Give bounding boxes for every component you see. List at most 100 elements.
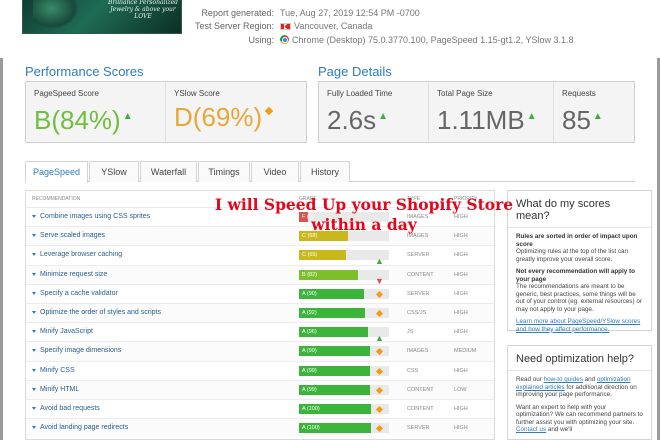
page-details-title: Page Details xyxy=(318,64,392,79)
grade-bar: A (100) xyxy=(299,404,371,414)
recommendation-name[interactable]: Minimize request size xyxy=(40,271,107,278)
table-row[interactable]: Avoid landing page redirects A (100) SERVE… xyxy=(26,418,494,438)
recommendation-name[interactable]: Avoid landing page redirects xyxy=(40,424,128,431)
optimization-help-body: Read our how-to guides and optimization … xyxy=(508,371,651,440)
yslow-grade: D xyxy=(174,102,193,132)
expand-triangle-icon[interactable] xyxy=(32,253,36,257)
report-generated-label: Report generated: xyxy=(201,8,274,18)
grade-label: A (100) xyxy=(302,425,320,432)
recommendation-priority: HIGH xyxy=(454,367,468,374)
total-page-size-value: 1.11MB ▲ xyxy=(437,102,537,135)
pagespeed-percent: (84%) xyxy=(51,105,121,135)
recommendation-name[interactable]: Serve scaled images xyxy=(40,232,105,239)
requests-label: Requests xyxy=(562,89,596,98)
grade-bar: A (90) xyxy=(299,288,364,299)
expand-triangle-icon[interactable] xyxy=(32,330,36,334)
tab-pagespeed[interactable]: PageSpeed xyxy=(25,161,88,183)
yslow-percent: (69%) xyxy=(192,102,263,132)
tab-waterfall[interactable]: Waterfall xyxy=(140,161,197,182)
grade-bar: A (100) xyxy=(299,423,371,434)
trend-neutral-icon xyxy=(375,309,385,319)
expand-triangle-icon[interactable] xyxy=(32,215,36,218)
fully-loaded-time-label: Fully Loaded Time xyxy=(327,89,393,98)
recommendation-priority: HIGH xyxy=(454,252,468,259)
recommendation-name[interactable]: Specify image dimensions xyxy=(40,347,121,354)
grade-bar: A (99) xyxy=(299,346,371,357)
trend-up-icon: ▲ xyxy=(375,333,384,344)
trend-neutral-icon xyxy=(375,347,385,357)
fully-loaded-time-value: 2.6s ▲ xyxy=(327,102,388,135)
table-row[interactable]: Avoid bad requests A (100) CONTENT HIGH xyxy=(26,399,494,418)
grade-label: C (65) xyxy=(302,252,318,259)
grade-bar: C (65) xyxy=(299,250,346,261)
grade-bar: A (96) xyxy=(299,327,369,338)
table-row[interactable]: Specify a cache validator A (90) SERVER HIG… xyxy=(26,283,494,303)
expand-triangle-icon[interactable] xyxy=(32,234,36,238)
scores-info-p2-text: The recommendations are meant to be gene… xyxy=(516,283,642,313)
pagespeed-grade: B xyxy=(34,105,52,135)
recommendation-type: SERVER xyxy=(407,425,430,432)
recommendation-name[interactable]: Avoid bad requests xyxy=(40,405,100,412)
table-row[interactable]: Minify HTML A (99) CONTENT LOW xyxy=(26,379,494,399)
recommendation-name[interactable]: Minify JavaScript xyxy=(40,328,93,335)
pagespeed-score: PageSpeed Score B(84%) ▲ xyxy=(26,82,166,142)
tab-yslow[interactable]: YSlow xyxy=(89,161,139,182)
total-page-size-label: Total Page Size xyxy=(437,89,493,98)
learn-more-link[interactable]: Learn more about PageSpeed/YSlow scores … xyxy=(516,318,640,333)
table-row[interactable]: Specify image dimensions A (99) IMAGES MEDI… xyxy=(26,341,494,361)
trend-up-icon: ▲ xyxy=(375,256,384,267)
optimization-help-p2: Want an expert to help with your optimiz… xyxy=(516,404,643,434)
expand-triangle-icon[interactable] xyxy=(32,368,36,372)
recommendation-type: JS xyxy=(407,329,414,336)
grade-bar: A (99) xyxy=(299,365,371,376)
test-server-region: Test Server Region: Vancouver, Canada xyxy=(190,21,372,31)
recommendation-type: CONTENT xyxy=(407,386,434,393)
table-row[interactable]: Minify CSS A (99) CSS HIGH xyxy=(26,360,494,380)
optimization-help-box: Need optimization help? Read our how-to … xyxy=(507,345,652,440)
neutral-diamond-icon xyxy=(264,106,274,116)
table-row[interactable]: Minify JavaScript A (96) ▲ JS HIGH xyxy=(26,322,494,344)
arrow-up-icon: ▲ xyxy=(526,111,537,122)
recommendation-priority: HIGH xyxy=(454,310,468,316)
performance-scores-panel: PageSpeed Score B(84%) ▲ YSlow Score D(69… xyxy=(25,81,307,143)
help-p2-post: and we'll xyxy=(547,426,573,433)
tab-history[interactable]: History xyxy=(300,161,350,182)
recommendation-type: IMAGES xyxy=(407,348,429,355)
expand-triangle-icon[interactable] xyxy=(32,426,36,430)
scores-info-p1-bold: Rules are sorted in order of impact upon… xyxy=(516,233,638,248)
expand-triangle-icon[interactable] xyxy=(32,291,36,295)
recommendation-name[interactable]: Specify a cache validator xyxy=(40,290,118,297)
recommendation-type: CONTENT xyxy=(407,406,434,412)
table-row[interactable]: Optimize the order of styles and scripts… xyxy=(26,303,494,323)
expand-triangle-icon[interactable] xyxy=(32,311,36,314)
recommendation-priority: HIGH xyxy=(454,406,468,412)
grade-bar: B (82) xyxy=(299,269,359,280)
recommendation-name[interactable]: Combine images using CSS sprites xyxy=(40,213,150,220)
promo-headline: I will Speed Up your Shopify Store withi… xyxy=(204,195,524,235)
recommendation-name[interactable]: Leverage browser caching xyxy=(40,251,122,258)
contact-us-link[interactable]: Contact us xyxy=(516,426,546,433)
total-page-size-number: 1.11MB xyxy=(437,105,525,135)
page-details-panel: Fully Loaded Time 2.6s ▲ Total Page Size … xyxy=(318,81,635,143)
grade-label: A (90) xyxy=(302,290,317,297)
canada-flag-icon xyxy=(280,23,291,30)
thumbnail-text: Brilliance Personalized Jewelry & above … xyxy=(108,0,178,20)
trend-neutral-icon xyxy=(375,290,385,300)
recommendation-name[interactable]: Optimize the order of styles and scripts xyxy=(40,309,161,316)
recommendation-name[interactable]: Minify CSS xyxy=(40,367,75,374)
tab-video[interactable]: Video xyxy=(251,161,299,182)
expand-triangle-icon[interactable] xyxy=(32,349,36,353)
recommendation-priority: MEDIUM xyxy=(454,348,477,355)
expand-triangle-icon[interactable] xyxy=(32,407,36,410)
site-thumbnail: Brilliance Personalized Jewelry & above … xyxy=(22,0,182,34)
expand-triangle-icon[interactable] xyxy=(32,272,36,276)
grade-label: A (99) xyxy=(302,386,317,393)
recommendation-name[interactable]: Minify HTML xyxy=(40,386,79,393)
recommendation-type: CSS xyxy=(407,367,419,374)
how-to-guides-link[interactable]: how-to guides xyxy=(544,376,583,383)
yslow-score: YSlow Score D(69%) xyxy=(166,82,306,142)
expand-triangle-icon[interactable] xyxy=(32,387,36,391)
table-row[interactable]: Leverage browser caching C (65) ▲ SERVER HIG… xyxy=(26,245,494,267)
tab-timings[interactable]: Timings xyxy=(198,161,250,182)
table-row[interactable]: Minimize request size B (82) ▼ CONTENT HIGH xyxy=(26,264,494,285)
